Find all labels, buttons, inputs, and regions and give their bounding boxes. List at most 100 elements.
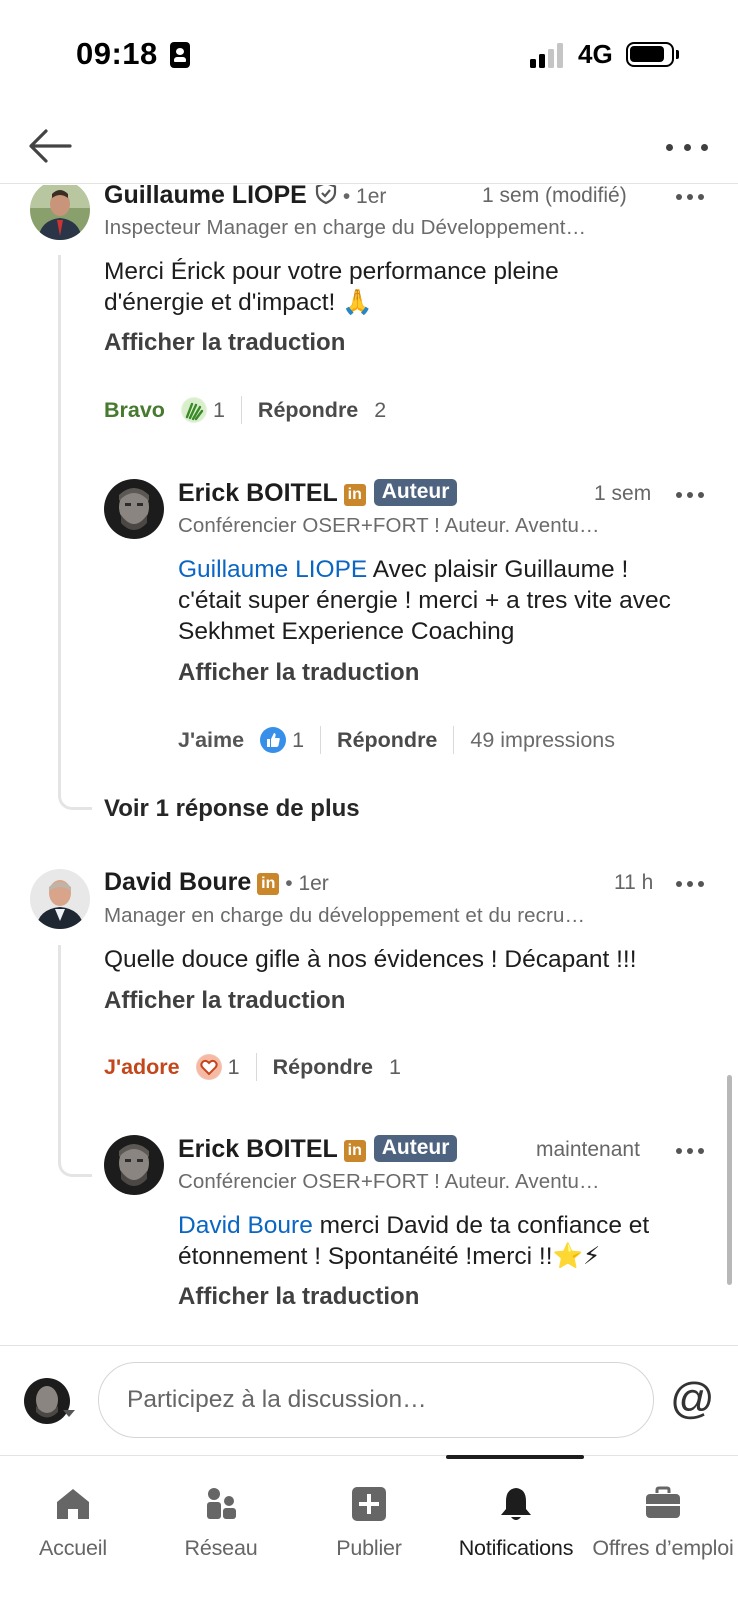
linkedin-icon: in — [257, 873, 280, 895]
author-badge: Auteur — [373, 1135, 458, 1162]
status-time: 09:18 — [76, 36, 158, 71]
reply-timestamp: maintenant — [536, 1138, 640, 1161]
tab-label: Notifications — [458, 1536, 574, 1560]
reaction-count[interactable]: 1 — [292, 728, 304, 753]
reply-more-button[interactable] — [676, 1141, 704, 1161]
tab-label: Publier — [336, 1536, 402, 1560]
reply-author[interactable]: Erick BOITEL in Auteur — [178, 1135, 458, 1164]
reply-more-button[interactable] — [676, 485, 704, 505]
avatar[interactable] — [30, 185, 90, 240]
network-type: 4G — [578, 39, 613, 69]
connection-degree: • 1er — [342, 185, 387, 208]
tab-label: Offres d’emploi — [592, 1536, 734, 1560]
tab-notifications[interactable]: Notifications — [446, 1456, 586, 1576]
author-name[interactable]: Erick BOITEL — [178, 479, 338, 507]
linkedin-icon: in — [343, 1140, 366, 1162]
reply-text: Guillaume LIOPE Avec plaisir Guillaume !… — [178, 554, 688, 647]
mention-link[interactable]: Guillaume LIOPE — [178, 556, 367, 583]
linkedin-icon: in — [343, 484, 366, 506]
reply-count: 2 — [374, 397, 387, 422]
comment-actions: J'adore 1 Répondre 1 — [104, 1050, 401, 1084]
divider — [320, 726, 322, 754]
reply-count: 1 — [388, 1054, 401, 1079]
status-bar: 09:18 4G — [0, 0, 738, 108]
post-icon — [352, 1487, 386, 1521]
comment-timestamp: 11 h — [614, 871, 654, 894]
comment-more-button[interactable] — [676, 187, 704, 207]
impressions-count[interactable]: 49 impressions — [470, 728, 615, 753]
avatar[interactable] — [104, 1135, 164, 1195]
tab-label: Accueil — [39, 1536, 107, 1560]
comment-input[interactable] — [98, 1362, 654, 1438]
scrollbar[interactable] — [727, 1075, 732, 1285]
author-name[interactable]: Erick BOITEL — [178, 1135, 338, 1163]
author-name[interactable]: David Boure — [104, 868, 251, 896]
translate-link[interactable]: Afficher la traduction — [178, 1283, 419, 1311]
comment-actions: Bravo 1 Répondre 2 — [104, 393, 386, 427]
avatar[interactable] — [104, 479, 164, 539]
id-card-icon — [170, 42, 190, 68]
comment-more-button[interactable] — [676, 874, 704, 894]
translate-link[interactable]: Afficher la traduction — [104, 987, 345, 1015]
bottom-navigation: Accueil Réseau Publier Notifications Off… — [0, 1455, 738, 1600]
reply-button[interactable]: Répondre — [258, 398, 358, 423]
like-reaction-icon — [260, 727, 287, 753]
network-icon — [207, 1488, 236, 1519]
author-name[interactable]: Guillaume LIOPE — [104, 185, 307, 209]
comment-text: Merci Érick pour votre performance plein… — [104, 258, 559, 316]
divider — [240, 396, 242, 424]
battery-icon — [626, 42, 679, 67]
tab-accueil[interactable]: Accueil — [0, 1456, 146, 1576]
heart-reaction-icon — [195, 1054, 222, 1080]
signal-strength-icon — [530, 42, 566, 68]
tab-label: Réseau — [184, 1536, 258, 1560]
reply-button[interactable]: Répondre — [337, 728, 437, 753]
tab-publier[interactable]: Publier — [296, 1456, 442, 1576]
home-icon — [57, 1489, 89, 1519]
thread-line — [58, 255, 92, 810]
avatar[interactable] — [30, 869, 90, 929]
chevron-down-icon[interactable] — [63, 1410, 75, 1417]
mention-link[interactable]: David Boure — [178, 1212, 313, 1239]
author-headline: Conférencier OSER+FORT ! Auteur. Aventu… — [178, 1170, 600, 1193]
comment-timestamp: 1 sem (modifié) — [482, 185, 627, 207]
more-options-button[interactable] — [666, 132, 708, 162]
translate-link[interactable]: Afficher la traduction — [178, 659, 419, 687]
verified-shield-icon — [315, 185, 336, 205]
bell-icon — [501, 1488, 531, 1520]
see-more-replies-link[interactable]: Voir 1 réponse de plus — [104, 795, 360, 823]
author-headline: Manager en charge du développement et du… — [104, 904, 586, 927]
user-avatar[interactable] — [24, 1378, 70, 1424]
divider — [453, 726, 455, 754]
comment-author[interactable]: David Boure in • 1er — [104, 868, 329, 897]
comment-composer: @ — [0, 1345, 738, 1455]
reply-text: David Boure merci David de ta confiance … — [178, 1210, 708, 1272]
comment-author[interactable]: Guillaume LIOPE • 1er — [104, 185, 386, 210]
react-button[interactable]: Bravo — [104, 398, 165, 423]
thread-line — [58, 945, 92, 1177]
connection-degree: • 1er — [285, 872, 329, 895]
back-button[interactable] — [28, 124, 78, 168]
arrow-left-icon — [29, 129, 72, 163]
author-headline: Inspecteur Manager en charge du Développ… — [104, 216, 587, 239]
reaction-count[interactable]: 1 — [213, 398, 225, 423]
reply-actions: J'aime 1 Répondre 49 impressions — [178, 723, 615, 757]
translate-link[interactable]: Afficher la traduction — [104, 329, 345, 357]
react-button[interactable]: J'adore — [104, 1055, 180, 1080]
comments-list: Guillaume LIOPE • 1er 1 sem (modifié) Ins… — [0, 185, 738, 1345]
reply-button[interactable]: Répondre — [273, 1055, 373, 1080]
reply-timestamp: 1 sem — [594, 482, 652, 505]
tab-offres-emploi[interactable]: Offres d’emploi — [588, 1456, 738, 1576]
divider — [255, 1053, 257, 1081]
author-badge: Auteur — [373, 479, 458, 506]
celebrate-reaction-icon — [180, 397, 207, 423]
top-navigation — [0, 108, 738, 184]
like-button[interactable]: J'aime — [178, 728, 244, 753]
reply-author[interactable]: Erick BOITEL in Auteur — [178, 479, 458, 508]
author-headline: Conférencier OSER+FORT ! Auteur. Aventu… — [178, 514, 600, 537]
reaction-count[interactable]: 1 — [228, 1055, 240, 1080]
comment-text: Quelle douce gifle à nos évidences ! Déc… — [104, 946, 637, 973]
mention-button[interactable]: @ — [670, 1372, 715, 1426]
tab-reseau[interactable]: Réseau — [148, 1456, 294, 1576]
briefcase-icon — [646, 1486, 680, 1518]
